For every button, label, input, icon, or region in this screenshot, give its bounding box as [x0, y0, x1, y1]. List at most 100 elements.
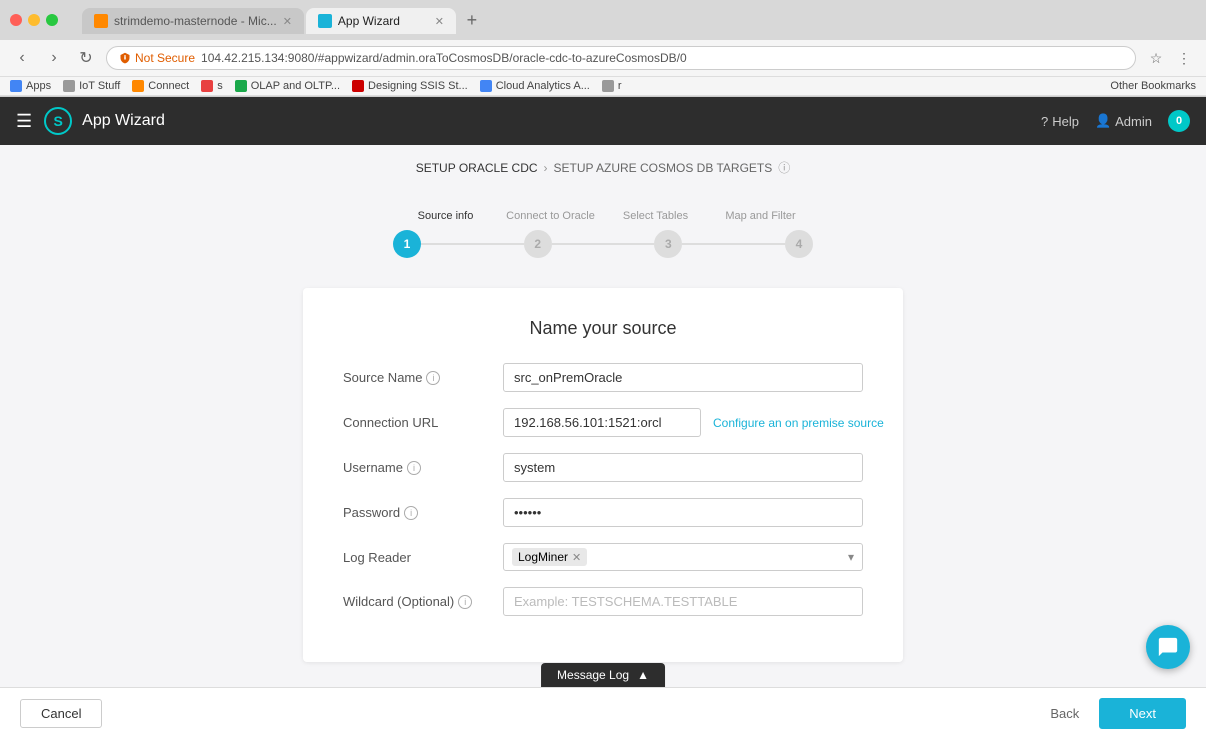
bookmark-label-olap: OLAP and OLTP... [251, 80, 340, 92]
username-input[interactable] [503, 453, 863, 482]
bookmark-olap[interactable]: OLAP and OLTP... [235, 80, 340, 92]
chat-bubble[interactable] [1146, 625, 1190, 669]
tab-label-1: strimdemo-masternode - Mic... [114, 14, 277, 28]
tab-close-2[interactable]: ✕ [435, 15, 444, 28]
tab-masternode[interactable]: strimdemo-masternode - Mic... ✕ [82, 8, 304, 34]
bookmark-icon-cloud [480, 80, 492, 92]
breadcrumb-step1: SETUP ORACLE CDC [416, 161, 538, 175]
back-button[interactable]: Back [1030, 700, 1099, 727]
security-label: Not Secure [135, 51, 195, 65]
bookmark-label-r: r [618, 80, 622, 92]
help-icon: ? [1041, 114, 1048, 129]
step-circle-2: 2 [524, 230, 552, 258]
password-input[interactable] [503, 498, 863, 527]
step-label-2: Connect to Oracle [498, 210, 603, 222]
close-button[interactable] [10, 14, 22, 26]
title-bar: strimdemo-masternode - Mic... ✕ App Wiza… [0, 0, 1206, 40]
source-name-label-text: Source Name [343, 370, 422, 385]
bookmark-icon-r [602, 80, 614, 92]
reload-button[interactable]: ↻ [74, 46, 98, 70]
source-name-input[interactable] [503, 363, 863, 392]
help-button[interactable]: ? Help [1041, 114, 1079, 129]
source-name-info-icon[interactable]: i [426, 371, 440, 385]
new-tab-button[interactable]: + [458, 6, 486, 34]
admin-button[interactable]: 👤 Admin [1095, 113, 1152, 129]
bookmark-icon-connect [132, 80, 144, 92]
bookmark-apps[interactable]: Apps [10, 80, 51, 92]
notification-count: 0 [1176, 115, 1182, 127]
breadcrumb-arrow: › [544, 161, 548, 175]
bookmark-icon-s [201, 80, 213, 92]
browser-chrome: strimdemo-masternode - Mic... ✕ App Wiza… [0, 0, 1206, 97]
tab-appwizard[interactable]: App Wizard ✕ [306, 8, 456, 34]
forward-nav-button[interactable]: › [42, 46, 66, 70]
username-info-icon[interactable]: i [407, 461, 421, 475]
password-info-icon[interactable]: i [404, 506, 418, 520]
address-text: 104.42.215.134:9080/#appwizard/admin.ora… [201, 51, 687, 65]
minimize-button[interactable] [28, 14, 40, 26]
step-line-2 [552, 243, 655, 245]
bookmark-label-ssis: Designing SSIS St... [368, 80, 468, 92]
tab-label-2: App Wizard [338, 14, 400, 28]
main-content: SETUP ORACLE CDC › SETUP AZURE COSMOS DB… [0, 145, 1206, 724]
step-line-3 [682, 243, 785, 245]
star-button[interactable]: ☆ [1144, 46, 1168, 70]
tab-favicon-1 [94, 14, 108, 28]
connection-url-label-text: Connection URL [343, 415, 438, 430]
hamburger-menu[interactable]: ☰ [16, 111, 32, 132]
nav-bar: ‹ › ↻ Not Secure 104.42.215.134:9080/#ap… [0, 40, 1206, 77]
step-label-3: Select Tables [603, 210, 708, 222]
bookmark-r[interactable]: r [602, 80, 622, 92]
other-bookmarks[interactable]: Other Bookmarks [1110, 80, 1196, 92]
next-button[interactable]: Next [1099, 698, 1186, 729]
form-container: Name your source Source Name i Connectio… [303, 288, 903, 662]
admin-label: Admin [1115, 114, 1152, 129]
bookmark-ssis[interactable]: Designing SSIS St... [352, 80, 468, 92]
maximize-button[interactable] [46, 14, 58, 26]
breadcrumb-step2: SETUP AZURE COSMOS DB TARGETS [554, 161, 773, 175]
breadcrumb-info-icon[interactable]: ⓘ [778, 159, 790, 176]
bookmark-icon-olap [235, 80, 247, 92]
username-label: Username i [343, 460, 503, 475]
tab-close-1[interactable]: ✕ [283, 15, 292, 28]
other-bookmarks-label: Other Bookmarks [1110, 80, 1196, 92]
wildcard-input[interactable] [503, 587, 863, 616]
log-reader-label: Log Reader [343, 550, 503, 565]
password-label-text: Password [343, 505, 400, 520]
message-log-bar[interactable]: Message Log ▲ [541, 663, 665, 687]
bookmark-icon-ssis [352, 80, 364, 92]
log-reader-tag: LogMiner ✕ [512, 548, 587, 566]
wildcard-info-icon[interactable]: i [458, 595, 472, 609]
connection-url-row: Connection URL Configure an on premise s… [343, 408, 863, 437]
password-label: Password i [343, 505, 503, 520]
address-bar[interactable]: Not Secure 104.42.215.134:9080/#appwizar… [106, 46, 1136, 70]
bookmark-label-apps: Apps [26, 80, 51, 92]
bookmark-s[interactable]: s [201, 80, 223, 92]
cancel-button[interactable]: Cancel [20, 699, 102, 728]
step-circle-4: 4 [785, 230, 813, 258]
steps-labels: Source info Connect to Oracle Select Tab… [393, 210, 813, 222]
traffic-lights [10, 14, 58, 26]
bookmark-connect[interactable]: Connect [132, 80, 189, 92]
bookmark-label-s: s [217, 80, 223, 92]
password-row: Password i [343, 498, 863, 527]
config-link[interactable]: Configure an on premise source [713, 416, 884, 430]
bookmark-iot[interactable]: IoT Stuff [63, 80, 120, 92]
step-label-4: Map and Filter [708, 210, 813, 222]
bookmark-cloud[interactable]: Cloud Analytics A... [480, 80, 590, 92]
log-reader-select[interactable]: LogMiner ✕ ▾ [503, 543, 863, 571]
wildcard-label-text: Wildcard (Optional) [343, 594, 454, 609]
app-shell: ☰ S App Wizard ? Help 👤 Admin 0 SETUP OR… [0, 97, 1206, 724]
back-nav-button[interactable]: ‹ [10, 46, 34, 70]
help-label: Help [1052, 114, 1079, 129]
notification-badge[interactable]: 0 [1168, 110, 1190, 132]
log-reader-tag-text: LogMiner [518, 550, 568, 564]
nav-actions: ☆ ⋮ [1144, 46, 1196, 70]
log-reader-row: Log Reader LogMiner ✕ ▾ [343, 543, 863, 571]
log-reader-tag-close[interactable]: ✕ [572, 551, 581, 564]
bookmark-label-cloud: Cloud Analytics A... [496, 80, 590, 92]
page-footer: Cancel Back Next [0, 687, 1206, 739]
connection-url-input[interactable] [503, 408, 701, 437]
menu-button[interactable]: ⋮ [1172, 46, 1196, 70]
step-line-1 [421, 243, 524, 245]
